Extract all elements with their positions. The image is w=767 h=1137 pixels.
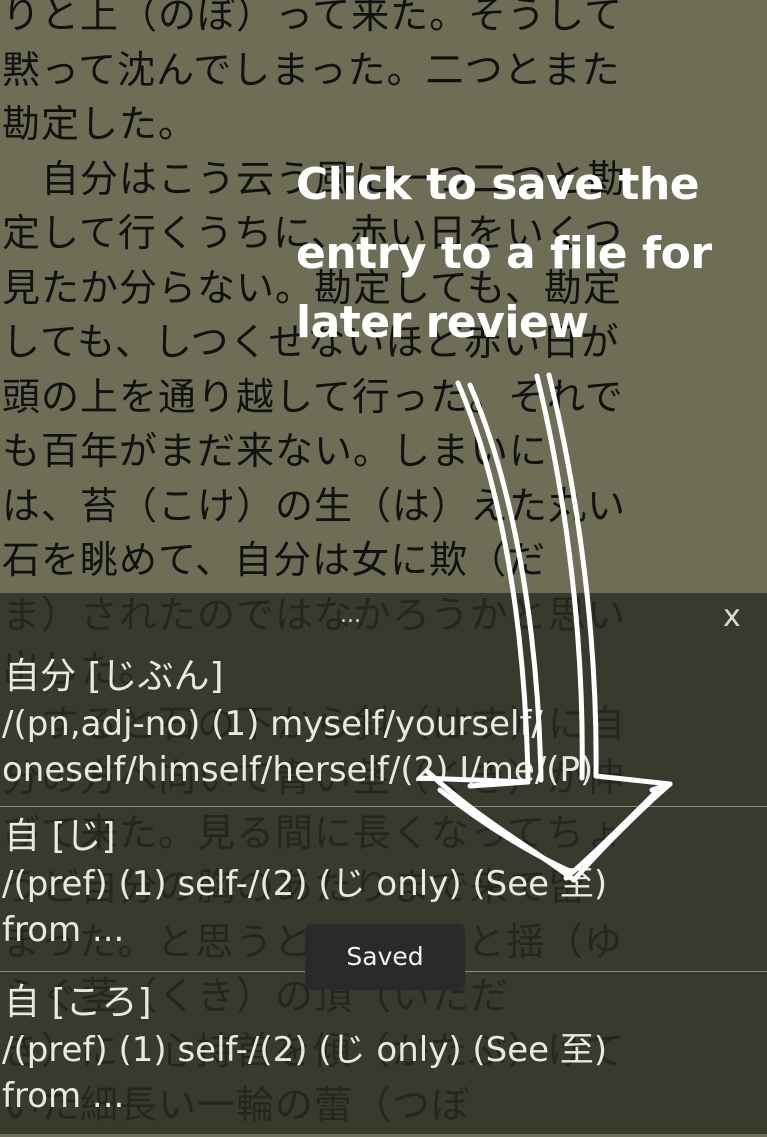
popup-header: ... x xyxy=(0,593,767,653)
divider xyxy=(0,806,767,807)
entry-headword: 自分 [じぶん] xyxy=(4,656,224,697)
tutorial-tip: Click to save the entry to a file for la… xyxy=(296,159,712,348)
entry-gloss: /(pref) (1) self-/(2) (じ only) (See 至) f… xyxy=(2,1030,608,1116)
close-icon[interactable]: x xyxy=(723,599,741,634)
dictionary-entry[interactable]: 自分 [じぶん] /(pn,adj-no) (1) myself/yoursel… xyxy=(0,653,767,793)
dictionary-popup: ... x 自分 [じぶん] /(pn,adj-no) (1) myself/y… xyxy=(0,593,767,1134)
saved-toast: Saved xyxy=(305,924,465,990)
entry-gloss: /(pn,adj-no) (1) myself/yourself/ onesel… xyxy=(2,704,594,790)
dictionary-entry[interactable]: 自 [ころ] /(pref) (1) self-/(2) (じ only) (S… xyxy=(0,979,767,1119)
entry-headword: 自 [じ] xyxy=(4,816,116,857)
more-dots[interactable]: ... xyxy=(340,603,361,628)
